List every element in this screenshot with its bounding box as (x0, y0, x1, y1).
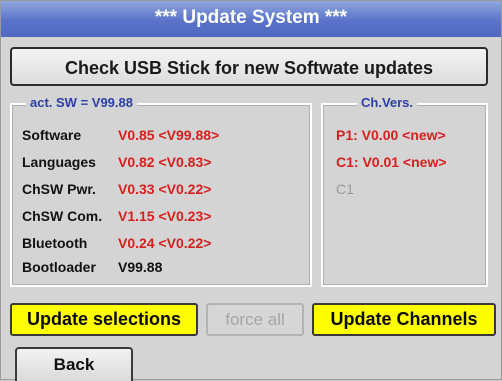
window-title: *** Update System *** (1, 1, 501, 37)
back-button[interactable]: Back (15, 347, 133, 381)
bluetooth-version: V0.24 <V0.22> (118, 235, 212, 251)
chsw-com-label: ChSW Com. (22, 208, 103, 224)
channel-version-group: Ch.Vers. P1: V0.00 <new> C1: V0.01 <new>… (321, 95, 488, 287)
software-version: V0.85 <V99.88> (118, 127, 220, 143)
bluetooth-label: Bluetooth (22, 235, 88, 251)
languages-version: V0.82 <V0.83> (118, 154, 212, 170)
channel-p1-item[interactable]: P1: V0.00 <new> (336, 127, 446, 143)
bootloader-label: Bootloader (22, 259, 96, 275)
check-usb-button[interactable]: Check USB Stick for new Softwate updates (10, 47, 488, 86)
bootloader-version: V99.88 (118, 259, 163, 275)
languages-label: Languages (22, 154, 96, 170)
channel-group-legend: Ch.Vers. (357, 95, 418, 110)
force-all-button[interactable]: force all (206, 303, 304, 336)
chsw-pwr-label: ChSW Pwr. (22, 181, 96, 197)
channel-c1-empty-item: C1 (336, 181, 354, 197)
update-system-window: *** Update System *** Check USB Stick fo… (0, 0, 502, 381)
chsw-pwr-version: V0.33 <V0.22> (118, 181, 212, 197)
channel-c1-item[interactable]: C1: V0.01 <new> (336, 154, 447, 170)
chsw-com-version: V1.15 <V0.23> (118, 208, 212, 224)
update-channels-button[interactable]: Update Channels (312, 303, 496, 336)
software-group-legend: act. SW = V99.88 (26, 95, 137, 110)
update-selections-button[interactable]: Update selections (10, 303, 198, 336)
software-version-group: act. SW = V99.88 Software V0.85 <V99.88>… (10, 95, 312, 287)
software-label: Software (22, 127, 82, 143)
